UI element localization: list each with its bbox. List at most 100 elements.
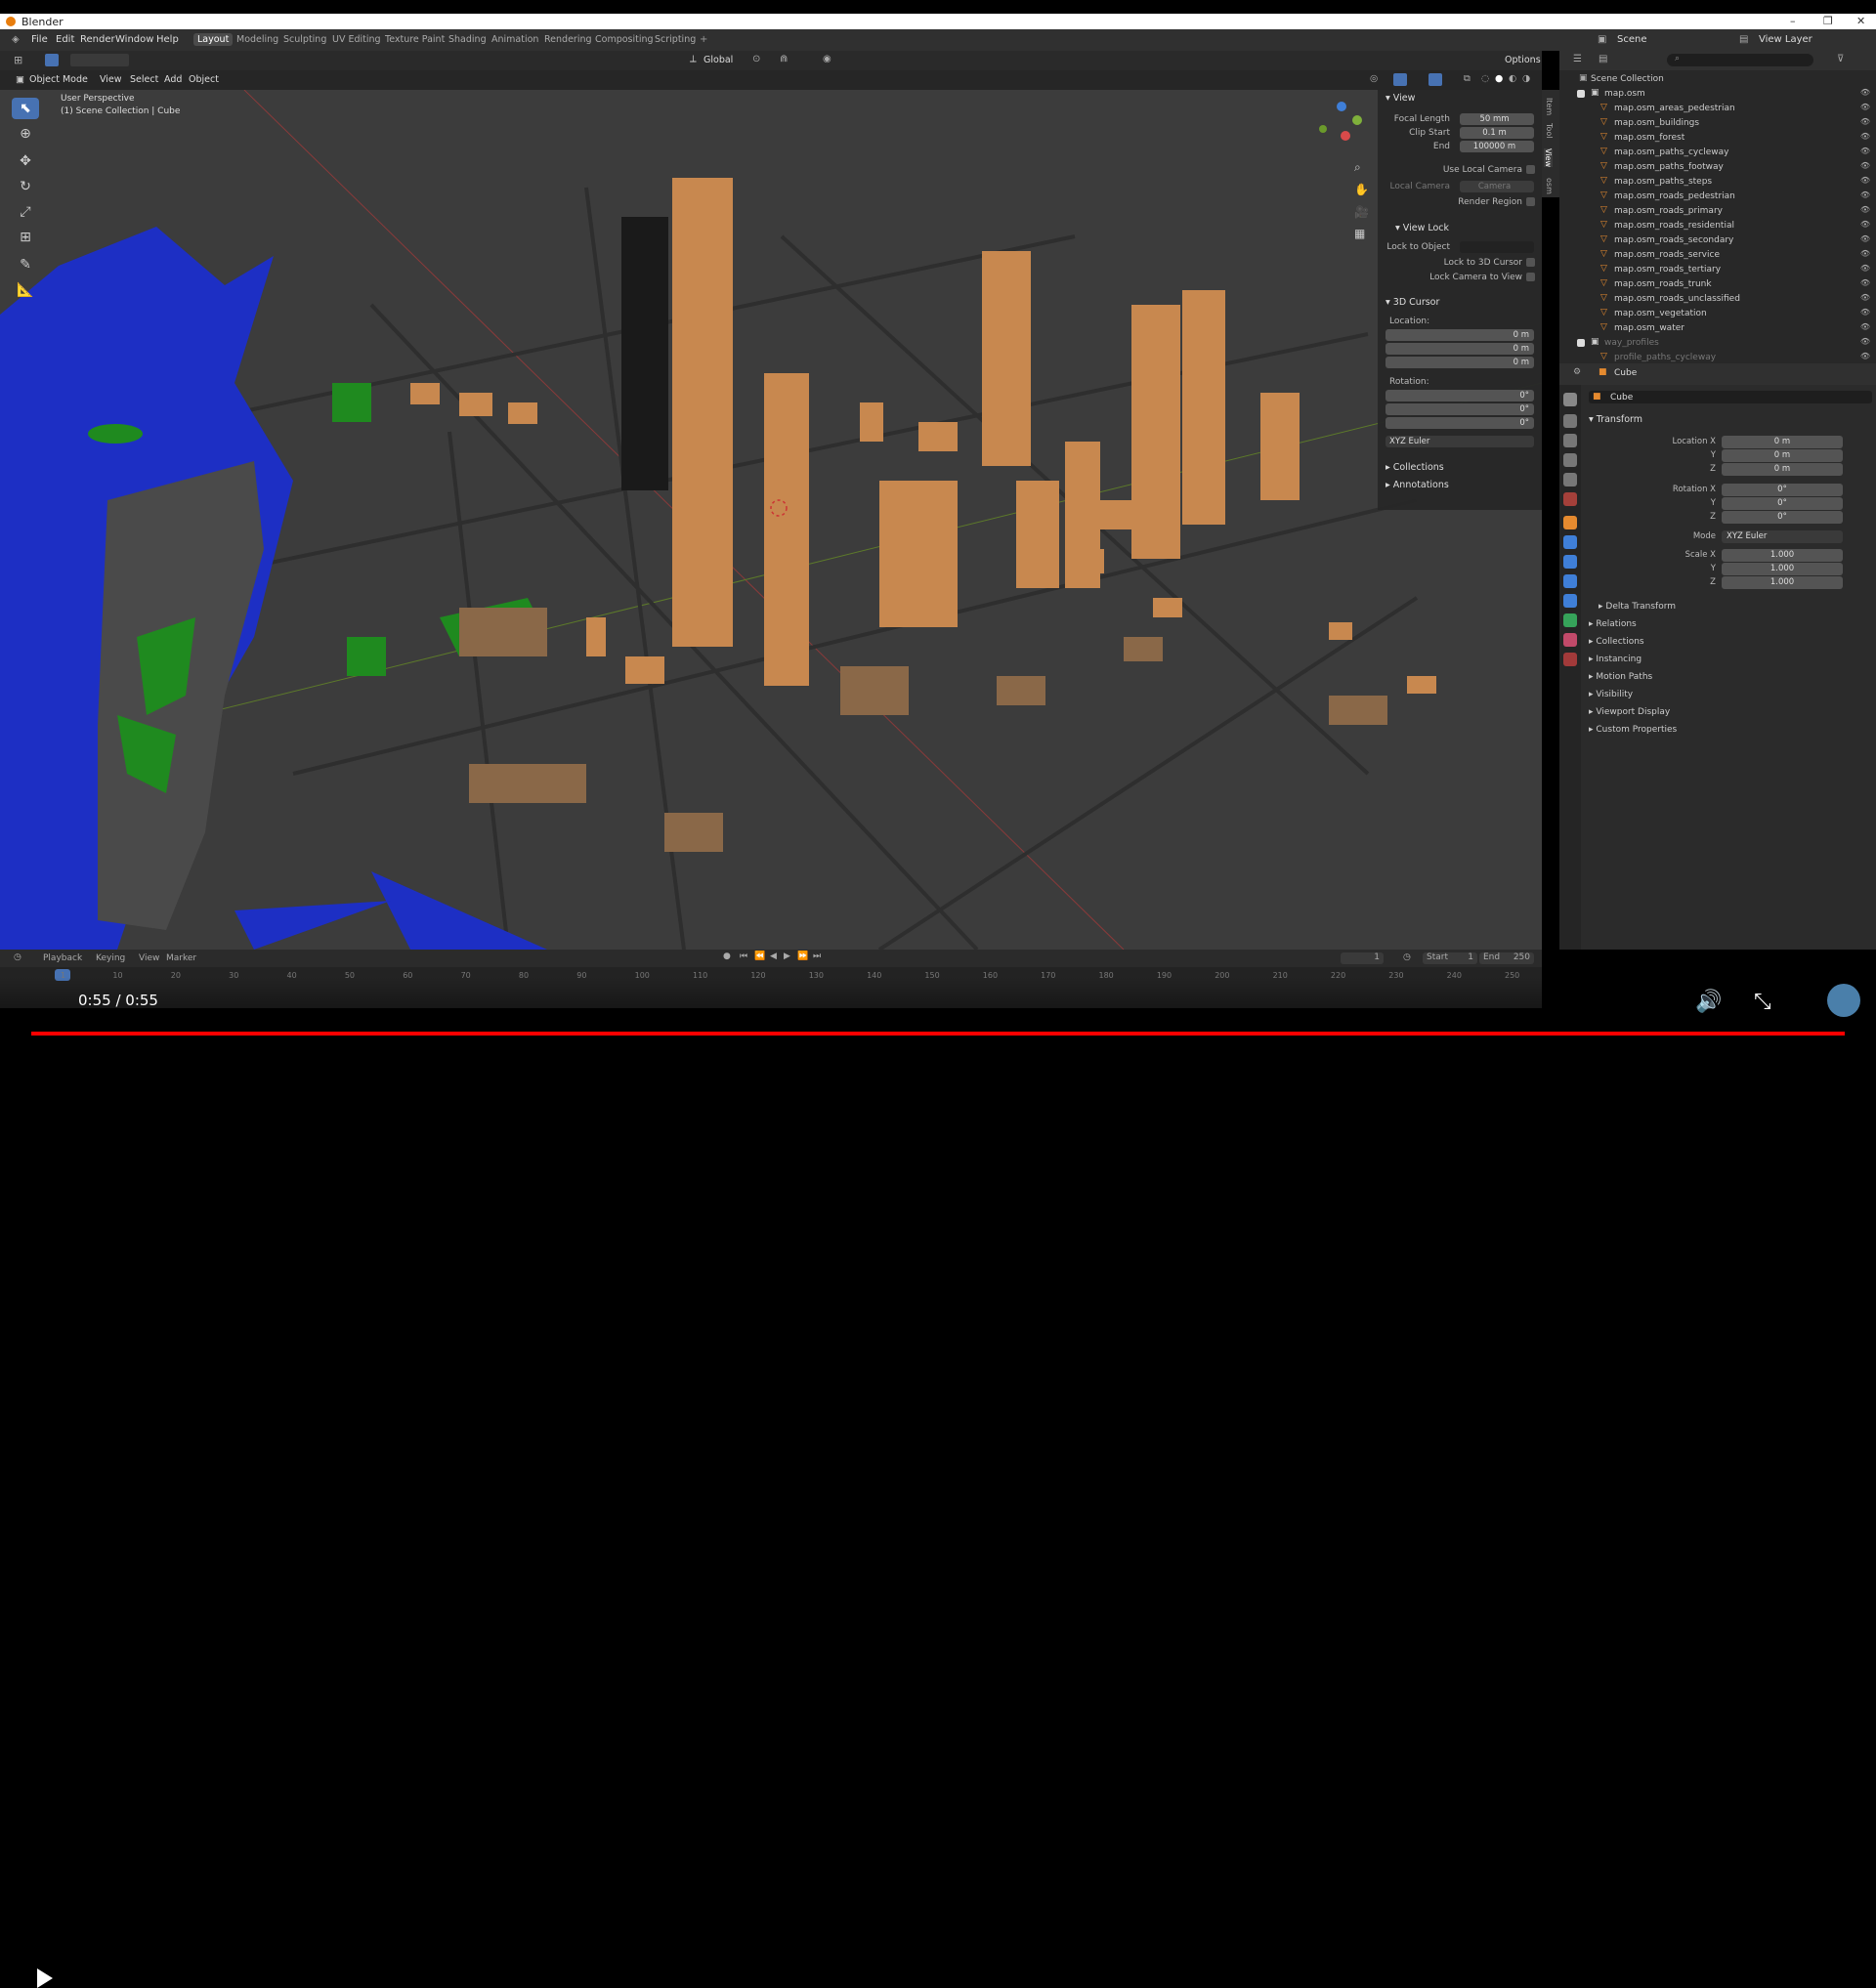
camera-view-icon[interactable]: 🎥 <box>1354 205 1369 219</box>
avatar[interactable] <box>1827 984 1860 1017</box>
add-workspace-icon[interactable]: + <box>700 34 707 45</box>
visibility-eye-icon[interactable]: 👁 <box>1860 322 1870 331</box>
menu-file[interactable]: File <box>31 34 48 45</box>
tab-animation[interactable]: Animation <box>488 33 542 46</box>
outliner-search-input[interactable] <box>1667 54 1813 66</box>
outliner-scene-collection[interactable]: ▣ Scene Collection <box>1559 72 1876 87</box>
z-axis-icon[interactable] <box>1337 102 1346 111</box>
rotation-y-field[interactable]: 0° <box>1722 497 1843 510</box>
options-dropdown[interactable]: Options <box>1505 55 1541 65</box>
include-checkbox[interactable] <box>1577 90 1585 98</box>
timeline-menu-playback[interactable]: Playback <box>43 953 82 963</box>
location-y-field[interactable]: 0 m <box>1722 449 1843 462</box>
next-key-icon[interactable]: ⏩ <box>797 952 808 961</box>
tab-osm[interactable]: osm <box>1545 178 1554 194</box>
rotation-z-field[interactable]: 0° <box>1722 511 1843 524</box>
relations-header[interactable]: ▸ Relations <box>1589 619 1637 629</box>
editor-type-icon[interactable]: ⊞ <box>14 54 22 66</box>
viewport-menu-object[interactable]: Object <box>189 74 219 85</box>
tab-uv-editing[interactable]: UV Editing <box>328 33 385 46</box>
select-mode-buttons[interactable] <box>70 54 129 66</box>
modifiers-tab-icon[interactable] <box>1563 535 1577 549</box>
cursor-rotation-mode-select[interactable]: XYZ Euler <box>1386 436 1534 447</box>
visibility-eye-icon[interactable]: 👁 <box>1860 278 1870 287</box>
viewport-display-header[interactable]: ▸ Viewport Display <box>1589 707 1670 717</box>
visibility-eye-icon[interactable]: 👁 <box>1860 352 1870 360</box>
tab-shading[interactable]: Shading <box>445 33 490 46</box>
xray-icon[interactable]: ⧉ <box>1464 73 1471 84</box>
scale-tool-icon[interactable]: ⤢ <box>12 201 39 223</box>
outliner-item[interactable]: ▽ map.osm_roads_trunk 👁 <box>1559 277 1876 292</box>
video-play-icon[interactable] <box>37 1968 53 1988</box>
viewport-menu-view[interactable]: View <box>100 74 122 85</box>
transform-tool-icon[interactable]: ⊞ <box>12 227 39 248</box>
cursor-loc-x-field[interactable]: 0 m <box>1386 329 1534 341</box>
visibility-eye-icon[interactable]: 👁 <box>1860 88 1870 97</box>
data-tab-icon[interactable] <box>1563 613 1577 627</box>
measure-tool-icon[interactable]: 📐 <box>12 279 39 301</box>
view-layer-name[interactable]: View Layer <box>1759 34 1812 45</box>
motion-paths-header[interactable]: ▸ Motion Paths <box>1589 672 1652 682</box>
outliner-item[interactable]: ▽ map.osm_paths_cycleway 👁 <box>1559 146 1876 160</box>
outliner-item[interactable]: ▣ map.osm 👁 <box>1559 87 1876 102</box>
select-tool-icon[interactable]: ⬉ <box>12 98 39 119</box>
outliner-item[interactable]: ▽ map.osm_roads_unclassified 👁 <box>1559 292 1876 307</box>
tab-layout[interactable]: Layout <box>193 33 234 46</box>
visibility-eye-icon[interactable]: 👁 <box>1860 220 1870 229</box>
preview-range-icon[interactable]: ◷ <box>1403 952 1411 962</box>
visibility-eye-icon[interactable]: 👁 <box>1860 132 1870 141</box>
lock-camera-checkbox[interactable] <box>1526 273 1535 281</box>
tab-modeling[interactable]: Modeling <box>233 33 282 46</box>
annotations-panel-header[interactable]: ▸ Annotations <box>1386 480 1449 490</box>
x-axis-icon[interactable] <box>1341 131 1350 141</box>
timeline-menu-keying[interactable]: Keying <box>96 953 125 963</box>
tab-texture-paint[interactable]: Texture Paint <box>381 33 448 46</box>
visibility-eye-icon[interactable]: 👁 <box>1860 176 1870 185</box>
outliner-item[interactable]: ▽ map.osm_paths_steps 👁 <box>1559 175 1876 190</box>
visibility-eye-icon[interactable]: 👁 <box>1860 103 1870 111</box>
outliner-item[interactable]: ▽ map.osm_roads_residential 👁 <box>1559 219 1876 233</box>
outliner-editor-icon[interactable]: ☰ <box>1573 54 1582 64</box>
particles-tab-icon[interactable] <box>1563 555 1577 569</box>
location-z-field[interactable]: 0 m <box>1722 463 1843 476</box>
tab-view[interactable]: View <box>1544 148 1553 167</box>
scale-x-field[interactable]: 1.000 <box>1722 549 1843 562</box>
snap-icon[interactable]: ⋒ <box>780 54 788 64</box>
solid-shading-icon[interactable]: ● <box>1495 73 1503 84</box>
object-name-field[interactable]: Cube <box>1610 393 1633 402</box>
scale-z-field[interactable]: 1.000 <box>1722 576 1843 589</box>
cursor-rot-x-field[interactable]: 0° <box>1386 390 1534 402</box>
outliner-item[interactable]: ▽ map.osm_forest 👁 <box>1559 131 1876 146</box>
end-frame-field[interactable]: End 250 <box>1479 952 1534 964</box>
lock-to-cursor-checkbox[interactable] <box>1526 258 1535 267</box>
menu-render[interactable]: Render <box>80 34 115 45</box>
view-lock-header[interactable]: ▾ View Lock <box>1395 223 1449 233</box>
texture-tab-icon[interactable] <box>1563 653 1577 666</box>
zoom-icon[interactable]: ⌕ <box>1354 160 1361 175</box>
filter-icon[interactable]: ⊽ <box>1837 54 1844 64</box>
jump-start-icon[interactable]: ⏮ <box>740 952 747 961</box>
render-region-checkbox[interactable] <box>1526 197 1535 206</box>
include-checkbox[interactable] <box>1577 339 1585 347</box>
visibility-eye-icon[interactable]: 👁 <box>1860 117 1870 126</box>
menu-help[interactable]: Help <box>156 34 179 45</box>
location-x-field[interactable]: 0 m <box>1722 436 1843 448</box>
jump-end-icon[interactable]: ⏭ <box>813 952 821 961</box>
visibility-eye-icon[interactable]: 👁 <box>1860 249 1870 258</box>
material-tab-icon[interactable] <box>1563 633 1577 647</box>
viewport-menu-select[interactable]: Select <box>130 74 158 85</box>
visibility-eye-icon[interactable]: 👁 <box>1860 205 1870 214</box>
use-local-camera-checkbox[interactable] <box>1526 165 1535 174</box>
outliner-item[interactable]: ▽ map.osm_roads_pedestrian 👁 <box>1559 190 1876 204</box>
properties-editor-icon[interactable]: ⚙ <box>1573 367 1581 377</box>
rendered-shading-icon[interactable]: ◑ <box>1522 73 1530 84</box>
video-progress-bar[interactable] <box>31 1032 1845 1036</box>
outliner-item[interactable]: ▽ map.osm_roads_primary 👁 <box>1559 204 1876 219</box>
3d-viewport[interactable]: User Perspective (1) Scene Collection | … <box>0 90 1542 950</box>
material-shading-icon[interactable]: ◐ <box>1509 73 1516 84</box>
blender-menu-icon[interactable]: ◈ <box>12 34 20 45</box>
tab-tool[interactable]: Tool <box>1545 123 1554 139</box>
rotation-x-field[interactable]: 0° <box>1722 484 1843 496</box>
tab-scripting[interactable]: Scripting <box>651 33 700 46</box>
scene-tab-icon[interactable] <box>1563 473 1577 486</box>
